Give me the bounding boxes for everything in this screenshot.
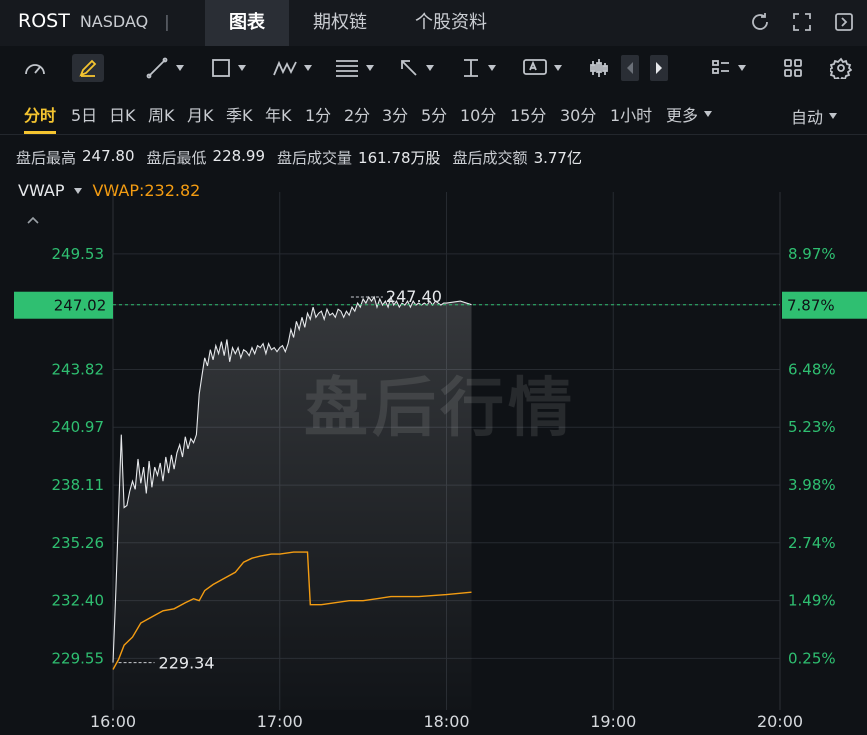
current-pct-label: 7.87% bbox=[787, 297, 835, 315]
y-tick-label: 238.11 bbox=[52, 476, 105, 494]
pct-tick-label: 2.74% bbox=[788, 534, 836, 552]
pct-tick-label: 8.97% bbox=[788, 245, 836, 263]
y-tick-label: 243.82 bbox=[52, 360, 105, 378]
y-tick-label: 235.26 bbox=[52, 534, 105, 552]
price-area bbox=[113, 297, 472, 710]
pct-tick-label: 1.49% bbox=[788, 592, 836, 610]
x-tick-label: 20:00 bbox=[757, 712, 803, 731]
low-annotation-label: 229.34 bbox=[159, 654, 215, 673]
x-tick-label: 17:00 bbox=[257, 712, 303, 731]
current-price-label: 247.02 bbox=[54, 297, 107, 315]
pct-tick-label: 6.48% bbox=[788, 360, 836, 378]
pct-tick-label: 5.23% bbox=[788, 418, 836, 436]
high-annotation-label: 247.40 bbox=[386, 287, 442, 306]
x-tick-label: 18:00 bbox=[423, 712, 469, 731]
y-tick-label: 229.55 bbox=[52, 649, 105, 667]
intraday-chart[interactable]: 249.53 8.97% 247.02 7.87% 243.82 6.48% 240.97 5… bbox=[0, 0, 867, 735]
x-tick-label: 16:00 bbox=[90, 712, 136, 731]
x-tick-label: 19:00 bbox=[590, 712, 636, 731]
y-tick-label: 232.40 bbox=[52, 592, 105, 610]
pct-tick-label: 3.98% bbox=[788, 476, 836, 494]
pct-tick-label: 0.25% bbox=[788, 649, 836, 667]
y-tick-label: 249.53 bbox=[52, 245, 105, 263]
y-tick-label: 240.97 bbox=[52, 418, 105, 436]
